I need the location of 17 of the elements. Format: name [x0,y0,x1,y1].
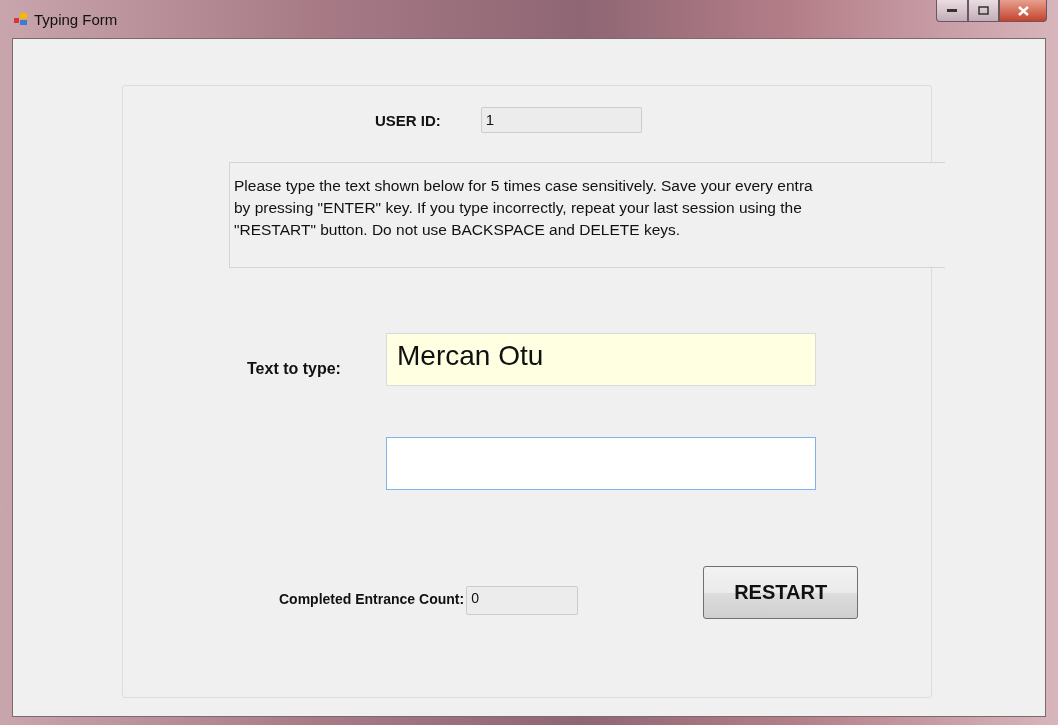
restart-button[interactable]: RESTART [703,566,859,619]
user-id-field[interactable]: 1 [480,107,642,133]
maximize-button[interactable] [968,0,999,22]
close-icon [1017,5,1029,16]
maximize-icon [978,6,989,15]
minimize-button[interactable] [936,0,968,22]
close-button[interactable] [999,0,1047,22]
window-title: Typing Form [34,11,118,28]
text-to-type-field: Mercan Otu [386,333,816,386]
text-to-type-label: Text to type: [247,359,342,378]
completed-count-field[interactable]: 0 [466,585,579,615]
app-icon [14,12,28,26]
instructions-text: Please type the text shown below for 5 times case sensitively. Save your every entra by pressing "ENTER" key. If you type incorrectly, repeat your last session using the "RESTART" button. Do not use BACKSPACE and DELETE keys. [229,162,945,268]
user-id-label: USER ID: [375,111,441,129]
typing-input[interactable] [386,437,816,490]
completed-count-label: Completed Entrance Count: [279,591,465,607]
minimize-icon [947,8,957,13]
